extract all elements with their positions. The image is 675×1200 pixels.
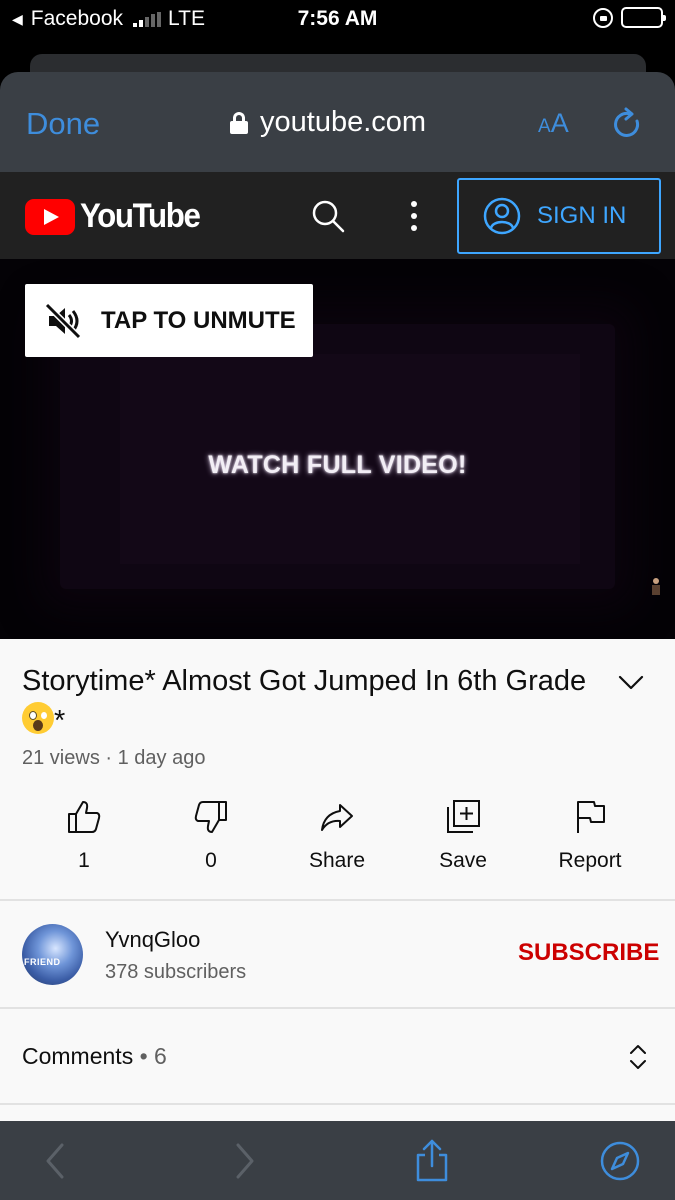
more-options-icon[interactable] xyxy=(400,198,428,234)
subscribe-button[interactable]: SUBSCRIBE xyxy=(518,939,659,967)
video-title[interactable]: Storytime* Almost Got Jumped In 6th Grad… xyxy=(22,661,592,741)
comments-section[interactable]: Comments • 6 xyxy=(0,1009,675,1103)
done-button[interactable]: Done xyxy=(26,106,100,142)
url-text: youtube.com xyxy=(260,106,427,138)
share-icon xyxy=(321,804,353,831)
text-size-small: A xyxy=(538,116,551,137)
subscriber-count: 378 subscribers xyxy=(105,961,247,983)
sign-in-label: SIGN IN xyxy=(537,202,627,229)
video-meta: 21 views · 1 day ago xyxy=(22,747,206,769)
lock-icon xyxy=(230,111,248,134)
clock: 7:56 AM xyxy=(297,7,378,30)
report-label: Report xyxy=(558,849,622,872)
avatar-text: FRIEND xyxy=(24,957,61,967)
compass-icon[interactable] xyxy=(600,1139,640,1183)
expand-collapse-icon[interactable] xyxy=(628,1043,648,1071)
like-count: 1 xyxy=(78,849,90,872)
save-label: Save xyxy=(439,849,487,872)
video-overlay-text: WATCH FULL VIDEO! xyxy=(208,451,467,479)
chevron-down-icon[interactable] xyxy=(618,675,644,691)
divider xyxy=(0,1103,675,1105)
address-bar[interactable]: youtube.com xyxy=(230,106,426,139)
flag-icon xyxy=(577,801,605,833)
like-button[interactable]: 1 xyxy=(29,799,139,873)
youtube-play-icon xyxy=(25,198,75,235)
safari-header: Done youtube.com AA xyxy=(0,72,675,172)
comments-heading: Comments • 6 xyxy=(22,1043,167,1070)
tap-to-unmute-button[interactable]: TAP TO UNMUTE xyxy=(25,284,313,357)
comments-separator: • xyxy=(133,1043,155,1069)
text-size-button[interactable]: AA xyxy=(538,108,569,139)
save-icon xyxy=(447,800,480,833)
save-button[interactable]: Save xyxy=(408,799,518,873)
screaming-face-emoji-icon xyxy=(22,702,54,734)
account-icon xyxy=(483,197,521,235)
share-label: Share xyxy=(308,849,366,872)
video-title-text: Storytime* Almost Got Jumped In 6th Grad… xyxy=(22,665,587,697)
comments-label: Comments xyxy=(22,1043,134,1069)
youtube-header: YouTube SIGN IN xyxy=(0,172,675,259)
share-button[interactable]: Share xyxy=(282,799,392,873)
video-player[interactable]: WATCH FULL VIDEO! TAP TO UNMUTE xyxy=(0,259,675,639)
browser-toolbar xyxy=(0,1121,675,1200)
thumbs-up-icon xyxy=(68,801,101,833)
channel-name[interactable]: YvnqGloo xyxy=(105,927,200,953)
channel-avatar[interactable]: FRIEND xyxy=(22,924,83,985)
dislike-count: 0 xyxy=(205,849,217,872)
video-figure xyxy=(652,578,660,595)
search-icon[interactable] xyxy=(310,198,346,234)
sign-in-button[interactable]: SIGN IN xyxy=(457,178,661,254)
share-sheet-icon[interactable] xyxy=(412,1139,452,1183)
text-size-large: A xyxy=(550,108,569,138)
youtube-wordmark: YouTube xyxy=(80,197,201,235)
video-title-suffix: * xyxy=(54,705,66,737)
dislike-button[interactable]: 0 xyxy=(156,799,266,873)
reload-icon[interactable] xyxy=(610,107,644,141)
muted-speaker-icon xyxy=(44,302,82,339)
battery-icon xyxy=(621,7,666,28)
channel-row: FRIEND YvnqGloo 378 subscribers SUBSCRIB… xyxy=(0,901,675,1007)
back-icon[interactable] xyxy=(38,1139,78,1183)
forward-icon[interactable] xyxy=(224,1139,264,1183)
youtube-logo[interactable]: YouTube xyxy=(25,197,210,236)
report-button[interactable]: Report xyxy=(535,799,645,873)
action-bar: 1 0 Share Save Report xyxy=(0,799,675,899)
rotation-lock-icon xyxy=(593,7,613,28)
unmute-label: TAP TO UNMUTE xyxy=(101,306,296,334)
comments-count: 6 xyxy=(154,1043,167,1069)
status-bar: ◀ Facebook LTE 7:56 AM xyxy=(0,0,675,40)
thumbs-down-icon xyxy=(194,801,227,833)
video-details: Storytime* Almost Got Jumped In 6th Grad… xyxy=(0,639,675,1121)
